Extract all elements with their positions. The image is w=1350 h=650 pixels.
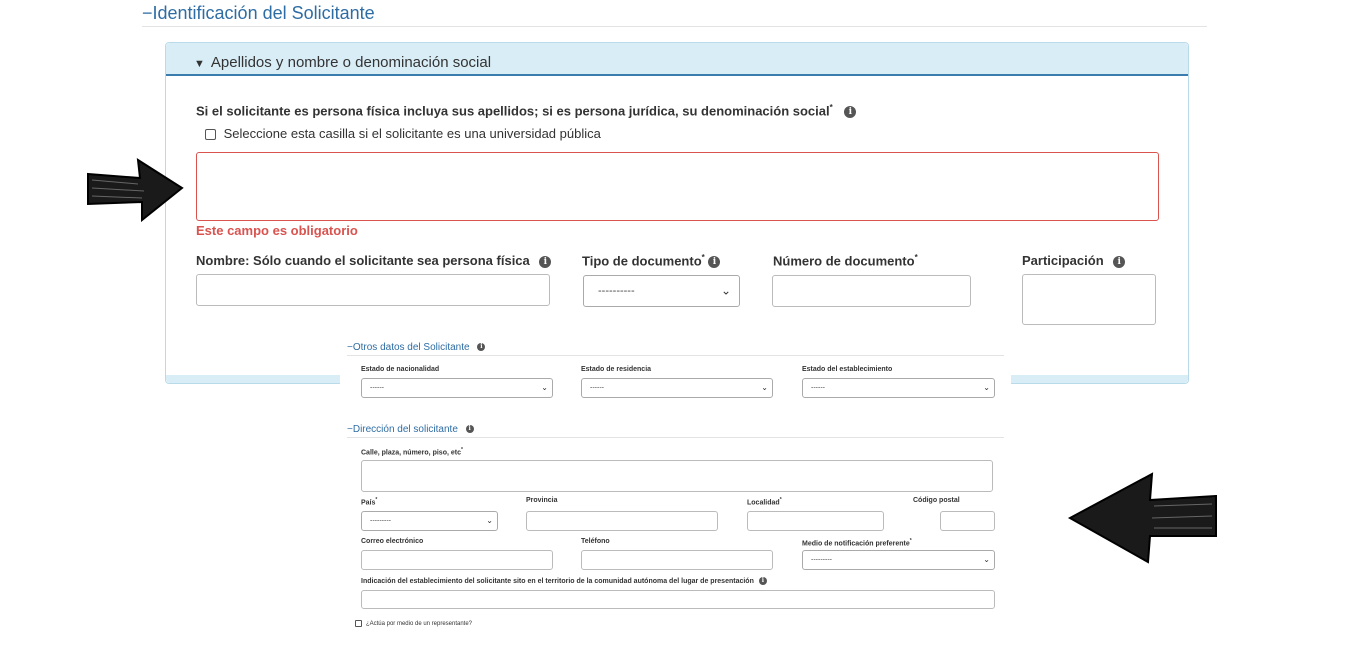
numero-documento-input[interactable]	[772, 275, 971, 307]
hand-drawn-arrow-right	[87, 158, 184, 222]
university-checkbox[interactable]	[205, 129, 216, 141]
localidad-input[interactable]	[747, 511, 884, 531]
telefono-label: Teléfono	[581, 538, 610, 545]
codigo-postal-input[interactable]	[940, 511, 995, 531]
chevron-down-icon: ⌄	[983, 383, 990, 393]
chevron-down-icon: ⌄	[983, 555, 990, 565]
otros-datos-title: Otros datos del Solicitante	[352, 342, 470, 353]
tipo-documento-select[interactable]: ---------- ⌄	[583, 275, 740, 307]
correo-label: Correo electrónico	[361, 538, 424, 545]
direccion-header[interactable]: −Dirección del solicitante i	[347, 424, 474, 435]
representante-checkbox[interactable]	[355, 620, 362, 627]
correo-input[interactable]	[361, 550, 553, 570]
hand-drawn-arrow-left	[1067, 472, 1217, 564]
representante-checkbox-row[interactable]: ¿Actúa por medio de un representante?	[355, 620, 472, 627]
participacion-input[interactable]	[1022, 274, 1156, 325]
panel-header[interactable]: ▼ Apellidos y nombre o denominación socia…	[166, 43, 1188, 76]
pais-select[interactable]: --------- ⌄	[361, 511, 498, 531]
numero-documento-label: Número de documento*	[773, 253, 918, 269]
otros-datos-header[interactable]: −Otros datos del Solicitante i	[347, 342, 486, 353]
info-icon[interactable]: i	[477, 343, 486, 352]
representante-label: ¿Actúa por medio de un representante?	[365, 621, 473, 628]
otros-divider	[347, 355, 1004, 356]
indicacion-input[interactable]	[361, 590, 995, 609]
info-icon[interactable]: i	[708, 255, 721, 268]
medio-notificacion-select[interactable]: --------- ⌄	[802, 550, 995, 570]
nacionalidad-label: Estado de nacionalidad	[361, 366, 440, 373]
pais-label: País*	[361, 497, 378, 507]
telefono-input[interactable]	[581, 550, 773, 570]
section-title: Identificación del Solicitante	[152, 3, 375, 23]
calle-input[interactable]	[361, 460, 993, 492]
participacion-label: Participación i	[1022, 253, 1126, 268]
collapse-icon[interactable]: −	[142, 3, 153, 23]
surname-textarea[interactable]	[196, 152, 1159, 221]
info-icon[interactable]: i	[758, 577, 767, 585]
nombre-input[interactable]	[196, 274, 550, 306]
codigo-postal-label: Código postal	[913, 497, 960, 504]
medio-label: Medio de notificación preferente*	[802, 538, 912, 548]
nacionalidad-select[interactable]: ------ ⌄	[361, 378, 553, 398]
direccion-divider	[347, 437, 1004, 438]
surname-question-label: Si el solicitante es persona física incl…	[196, 103, 857, 118]
caret-down-icon: ▼	[194, 58, 205, 70]
info-icon[interactable]: i	[539, 255, 552, 268]
calle-label: Calle, plaza, número, piso, etc*	[361, 447, 463, 457]
direccion-title: Dirección del solicitante	[352, 424, 458, 435]
indicacion-label: Indicación del establecimiento del solic…	[361, 577, 767, 585]
error-message: Este campo es obligatorio	[196, 223, 358, 238]
info-icon[interactable]: i	[844, 105, 857, 118]
university-checkbox-row[interactable]: Seleccione esta casilla si el solicitant…	[205, 126, 601, 141]
establecimiento-select[interactable]: ------ ⌄	[802, 378, 995, 398]
info-icon[interactable]: i	[1113, 255, 1126, 268]
localidad-label: Localidad*	[747, 497, 782, 507]
chevron-down-icon: ⌄	[761, 383, 768, 393]
residencia-label: Estado de residencia	[581, 366, 652, 373]
nombre-label: Nombre: Sólo cuando el solicitante sea p…	[196, 253, 552, 268]
establecimiento-label: Estado del establecimiento	[802, 366, 893, 373]
provincia-input[interactable]	[526, 511, 718, 531]
chevron-down-icon: ⌄	[541, 383, 548, 393]
chevron-down-icon: ⌄	[486, 516, 493, 526]
section-header-identificacion[interactable]: −Identificación del Solicitante	[142, 3, 375, 24]
provincia-label: Provincia	[526, 497, 558, 504]
info-icon[interactable]: i	[465, 425, 474, 434]
section-divider	[142, 26, 1207, 27]
chevron-down-icon: ⌄	[720, 283, 731, 298]
university-checkbox-label: Seleccione esta casilla si el solicitant…	[223, 126, 601, 141]
residencia-select[interactable]: ------ ⌄	[581, 378, 773, 398]
panel-title: Apellidos y nombre o denominación social	[210, 54, 492, 71]
tipo-documento-label: Tipo de documento* i	[582, 253, 721, 268]
